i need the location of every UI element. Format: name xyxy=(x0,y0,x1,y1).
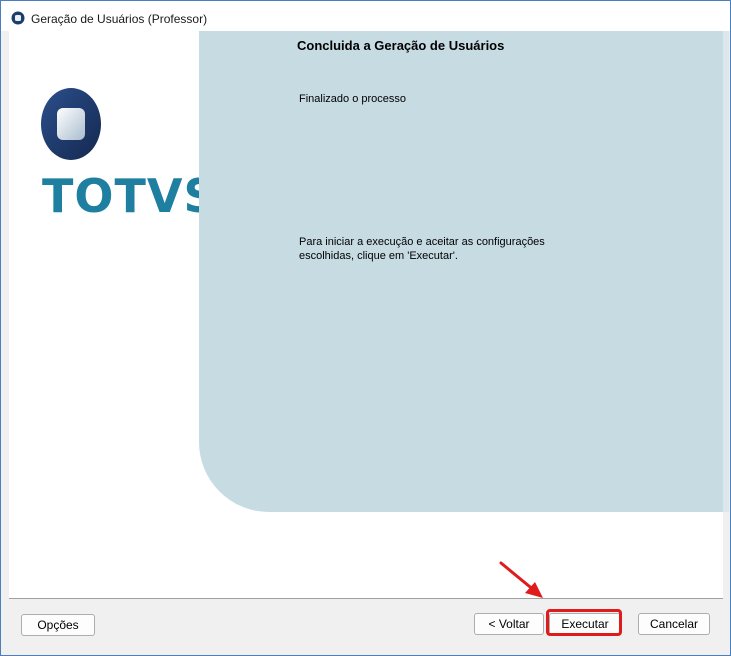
wizard-content: TOTVS Concluida a Geração de Usuários Fi… xyxy=(9,31,729,598)
status-text: Finalizado o processo xyxy=(299,93,407,105)
totvs-logo-icon xyxy=(41,88,101,160)
content-panel: Concluida a Geração de Usuários Finaliza… xyxy=(199,31,723,512)
footer-bar: Opções < Voltar Executar Cancelar xyxy=(9,599,723,647)
wizard-window: Geração de Usuários (Professor) TOTVS Co… xyxy=(0,0,731,656)
logo-wordmark: TOTVS xyxy=(42,169,218,223)
options-button[interactable]: Opções xyxy=(21,614,95,636)
window-title: Geração de Usuários (Professor) xyxy=(31,12,208,26)
title-bar: Geração de Usuários (Professor) xyxy=(1,1,730,31)
panel-title: Concluida a Geração de Usuários xyxy=(297,38,505,53)
logo-area: TOTVS xyxy=(9,31,217,598)
execute-highlight xyxy=(546,609,622,636)
cancel-button[interactable]: Cancelar xyxy=(638,613,710,635)
instruction-text: Para iniciar a execução e aceitar as con… xyxy=(299,236,545,262)
back-button[interactable]: < Voltar xyxy=(474,613,544,635)
scrollbar[interactable] xyxy=(723,31,729,512)
app-icon xyxy=(11,11,25,25)
arrow-annotation-icon xyxy=(499,561,543,598)
